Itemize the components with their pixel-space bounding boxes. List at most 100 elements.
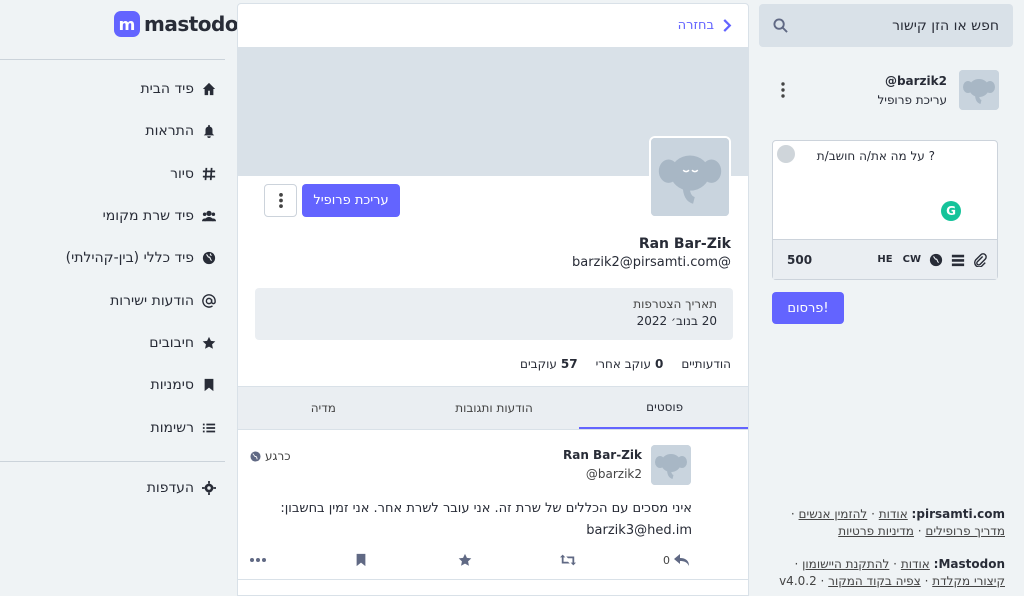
link-profile-directory[interactable]: מדריך פרופילים — [925, 524, 1005, 538]
followers-count-link[interactable]: 57עוקבים — [520, 357, 578, 371]
compose-form[interactable]: ? על מה את/ה חושב/ת G 500 HE CW — [772, 140, 998, 280]
navigation-account-bar: barzik2@ עריכת פרופיל — [759, 64, 1013, 124]
nav-item-federated[interactable]: פיד כללי (בין-קהילתי) — [66, 237, 216, 279]
search-icon — [773, 18, 788, 33]
compose-toolbar: 500 HE CW — [773, 239, 997, 279]
status-time-label: כרגע — [265, 449, 291, 463]
mastodon-logo[interactable]: m mastodon — [114, 9, 252, 39]
favourite-button[interactable] — [457, 553, 473, 567]
followers-count-label: עוקבים — [520, 357, 557, 371]
poll-icon[interactable] — [951, 253, 965, 267]
tab-media[interactable]: מדיה — [238, 387, 409, 429]
nav-item-label: סימניות — [150, 377, 194, 394]
profile-avatar[interactable] — [649, 136, 731, 218]
hashtag-icon — [202, 167, 216, 181]
status-item[interactable]: Ran Bar-Zik barzik2@ כרגע איני מסכים עם … — [238, 430, 748, 580]
nav-item-label: חיבובים — [149, 334, 194, 351]
star-icon — [202, 336, 216, 350]
nav-item-lists[interactable]: רשימות — [66, 406, 216, 448]
nav-divider — [0, 461, 225, 462]
status-content: איני מסכים עם הכללים של שרת זה. אני עובר… — [280, 501, 692, 538]
tab-posts[interactable]: פוסטים — [579, 387, 748, 429]
edit-profile-button[interactable]: עריכת פרופיל — [302, 184, 400, 217]
back-button[interactable]: בחזרה — [238, 4, 748, 48]
status-handle: barzik2@ — [585, 467, 642, 481]
profile-handle: barzik2@pirsamti.com@ — [571, 255, 731, 270]
more-button[interactable] — [250, 558, 266, 562]
link-source-code[interactable]: צפיה בקוד המקור — [828, 574, 921, 588]
following-count-link[interactable]: 0עוקב אחרי — [596, 357, 664, 371]
globe-icon — [202, 251, 216, 265]
link-privacy-policy[interactable]: מדיניות פרטיות — [838, 524, 914, 538]
ellipsis-horizontal-icon — [250, 558, 266, 562]
ellipsis-vertical-icon[interactable] — [779, 82, 787, 98]
bell-icon — [202, 124, 216, 139]
elephant-avatar-icon — [651, 445, 691, 485]
tab-posts-and-replies[interactable]: הודעות ותגובות — [409, 387, 580, 429]
joined-label: תאריך הצטרפות — [633, 297, 717, 311]
link-keyboard-shortcuts[interactable]: קיצורי מקלדת — [932, 574, 1005, 588]
account-avatar[interactable] — [959, 70, 999, 110]
grammarly-icon[interactable]: G — [941, 201, 961, 221]
nav-item-favourites[interactable]: חיבובים — [66, 322, 216, 364]
nav-item-direct[interactable]: הודעות ישירות — [66, 279, 216, 321]
link-about[interactable]: אודות — [879, 507, 908, 521]
nav-item-notifications[interactable]: התראות — [66, 110, 216, 152]
status-display-name[interactable]: Ran Bar-Zik — [563, 448, 642, 462]
search-placeholder: חפש או הזן קישור — [892, 17, 999, 34]
list-icon — [202, 421, 216, 435]
status-action-bar: 0 — [250, 550, 690, 570]
compose-panel: חפש או הזן קישור barzik2@ עריכת פרופיל ?… — [759, 0, 1013, 596]
nav-item-label: פיד הבית — [140, 81, 194, 98]
reply-button[interactable]: 0 — [663, 553, 690, 567]
nav-item-label: סיור — [170, 165, 194, 182]
account-edit-profile-link[interactable]: עריכת פרופיל — [877, 93, 947, 107]
content-warning-button[interactable]: CW — [903, 254, 921, 265]
nav-item-explore[interactable]: סיור — [66, 153, 216, 195]
back-label: בחזרה — [677, 18, 714, 33]
globe-icon[interactable] — [929, 253, 943, 267]
profile-display-name: Ran Bar-Zik — [638, 236, 731, 252]
boost-button[interactable] — [559, 553, 576, 567]
mastodon-links: Mastodon: אודות · להתקנת היישומון · קיצו… — [779, 557, 1005, 588]
link-get-app[interactable]: להתקנת היישומון — [802, 557, 889, 571]
app-root: m mastodon פיד הבית התראות סיור פיד שרת … — [0, 0, 1024, 596]
posts-count-link[interactable]: הודעותיים — [681, 357, 731, 371]
star-icon — [458, 553, 471, 566]
account-handle[interactable]: barzik2@ — [885, 74, 947, 88]
nav-item-preferences[interactable]: העדפות — [147, 480, 216, 496]
bookmark-icon — [356, 553, 366, 567]
preferences-label: העדפות — [146, 480, 194, 496]
following-count-label: עוקב אחרי — [595, 357, 651, 371]
profile-tabs: פוסטים הודעות ותגובות מדיה — [238, 386, 748, 430]
ellipsis-vertical-icon — [278, 193, 283, 208]
status-timestamp[interactable]: כרגע — [250, 449, 291, 463]
gear-icon — [202, 481, 216, 495]
nav-item-bookmarks[interactable]: סימניות — [66, 364, 216, 406]
emoji-picker-icon[interactable] — [777, 145, 795, 163]
at-icon — [202, 293, 216, 308]
link-mastodon-about[interactable]: אודות — [901, 557, 930, 571]
elephant-avatar-icon — [651, 138, 729, 216]
reply-icon — [674, 554, 689, 566]
posts-count-label: הודעותיים — [681, 357, 731, 371]
version-label: v4.0.2 — [779, 574, 817, 588]
nav-item-label: התראות — [145, 123, 194, 140]
paperclip-icon[interactable] — [973, 252, 987, 267]
nav-item-local[interactable]: פיד שרת מקומי — [66, 195, 216, 237]
main-navigation: פיד הבית התראות סיור פיד שרת מקומי פיד כ… — [66, 68, 216, 449]
nav-item-home[interactable]: פיד הבית — [66, 68, 216, 110]
language-button[interactable]: HE — [877, 254, 892, 265]
users-icon — [202, 209, 216, 223]
profile-more-button[interactable] — [264, 184, 297, 217]
status-avatar[interactable] — [651, 445, 691, 485]
character-counter: 500 — [787, 252, 813, 267]
bookmark-button[interactable] — [353, 553, 369, 567]
followers-count-value: 57 — [560, 357, 578, 371]
link-invite[interactable]: להזמין אנשים — [799, 507, 868, 521]
compose-textarea[interactable]: ? על מה את/ה חושב/ת — [817, 149, 935, 163]
nav-item-label: פיד שרת מקומי — [102, 208, 194, 225]
publish-button[interactable]: פרסום! — [772, 292, 844, 324]
server-label: pirsamti.com: — [911, 507, 1005, 521]
search-input[interactable]: חפש או הזן קישור — [759, 4, 1013, 47]
